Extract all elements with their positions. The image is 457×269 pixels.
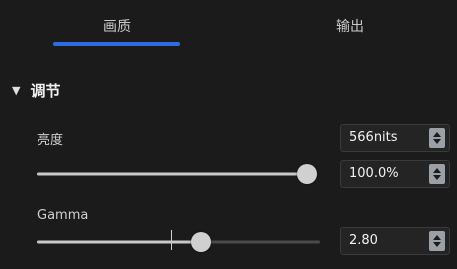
slider-fill <box>37 172 307 176</box>
spin-arrows-icon[interactable] <box>429 164 445 184</box>
triangle-down-icon: ▼ <box>12 83 21 97</box>
tab-picture-quality[interactable]: 画质 <box>32 16 202 36</box>
spin-down-icon[interactable] <box>433 139 441 144</box>
slider-thumb[interactable] <box>191 232 212 252</box>
gamma-spinbox[interactable]: 2.80 <box>340 227 450 255</box>
spin-up-icon[interactable] <box>433 168 441 173</box>
spin-up-icon[interactable] <box>433 235 441 240</box>
brightness-nits-spinbox[interactable]: 566nits <box>340 124 450 152</box>
brightness-percent-value: 100.0% <box>349 166 399 181</box>
active-tab-indicator <box>53 42 180 46</box>
spin-arrows-icon[interactable] <box>429 128 445 148</box>
spin-up-icon[interactable] <box>433 132 441 137</box>
spin-arrows-icon[interactable] <box>429 231 445 251</box>
tab-bar: 画质 输出 <box>0 0 457 54</box>
gamma-slider[interactable] <box>37 232 320 252</box>
section-adjust-header[interactable]: ▼ 调节 <box>12 80 60 100</box>
spin-down-icon[interactable] <box>433 175 441 180</box>
brightness-nits-value: 566nits <box>349 130 398 145</box>
brightness-percent-spinbox[interactable]: 100.0% <box>340 160 450 188</box>
tab-output[interactable]: 输出 <box>265 16 435 36</box>
spin-down-icon[interactable] <box>433 242 441 247</box>
brightness-slider[interactable] <box>37 164 317 184</box>
slider-fill <box>37 240 202 244</box>
brightness-label: 亮度 <box>37 133 64 148</box>
slider-thumb[interactable] <box>297 164 317 184</box>
gamma-value: 2.80 <box>349 233 378 248</box>
section-title: 调节 <box>30 81 61 100</box>
gamma-label: Gamma <box>37 208 89 223</box>
